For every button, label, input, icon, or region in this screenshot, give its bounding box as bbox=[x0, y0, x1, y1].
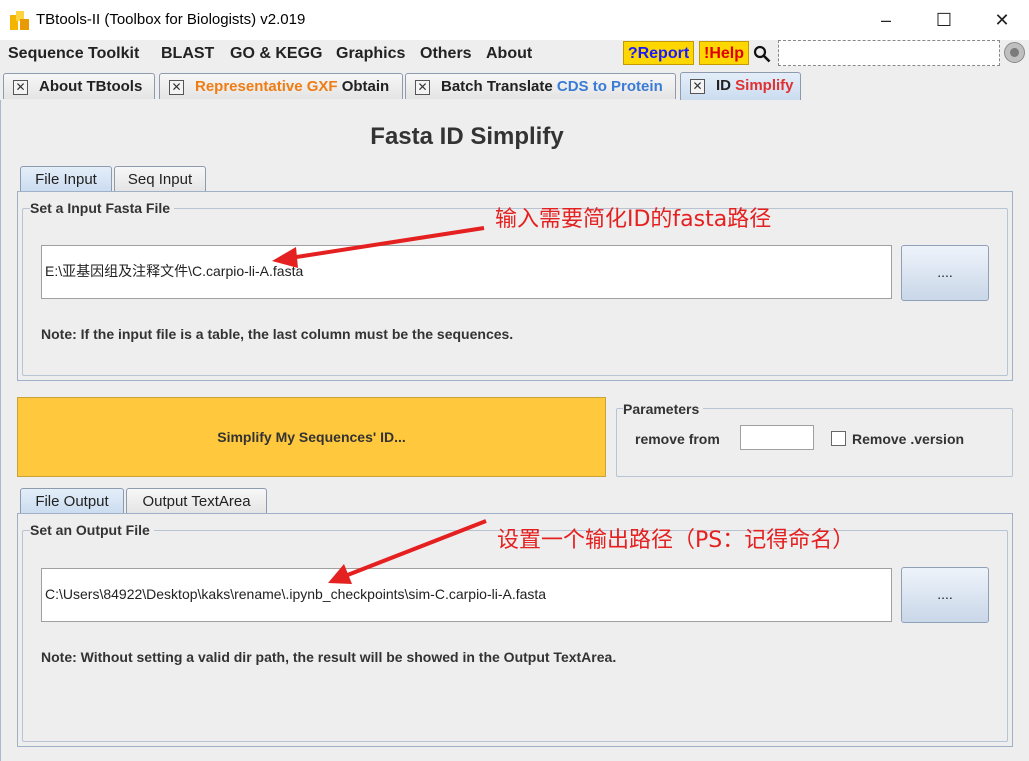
remove-version-label: Remove .version bbox=[852, 431, 965, 447]
tab-output-textarea[interactable]: Output TextArea bbox=[126, 488, 267, 514]
tbtools-logo-icon bbox=[10, 11, 29, 30]
input-group-label: Set a Input Fasta File bbox=[30, 200, 175, 216]
output-file-group bbox=[22, 530, 1008, 742]
close-window-button[interactable]: ✕ bbox=[987, 8, 1017, 32]
simplify-run-button[interactable]: Simplify My Sequences' ID... bbox=[17, 397, 606, 477]
maximize-button[interactable]: ☐ bbox=[929, 8, 959, 32]
input-hint-annotation: 输入需要简化ID的fasta路径 bbox=[495, 207, 772, 232]
input-note: Note: If the input file is a table, the … bbox=[41, 326, 514, 342]
output-browse-button[interactable]: .... bbox=[901, 567, 989, 623]
tab-id-simplify[interactable]: ✕ ID Simplify bbox=[680, 72, 801, 100]
help-button[interactable]: !Help bbox=[699, 41, 749, 65]
remove-from-input[interactable] bbox=[740, 425, 814, 450]
menu-graphics[interactable]: Graphics bbox=[336, 45, 405, 63]
tab-label-part: ID bbox=[716, 77, 736, 94]
menu-go-kegg[interactable]: GO & KEGG bbox=[230, 45, 322, 63]
tab-label-part: CDS to Protein bbox=[556, 78, 663, 95]
page-title: Fasta ID Simplify bbox=[370, 123, 564, 150]
input-browse-button[interactable]: .... bbox=[901, 245, 989, 301]
search-go-icon[interactable] bbox=[1004, 42, 1025, 63]
tab-label-part: Batch Translate bbox=[441, 78, 557, 95]
remove-from-label: remove from bbox=[635, 431, 720, 447]
tab-label-part: Representative GXF bbox=[195, 78, 342, 95]
tab-batch-translate[interactable]: ✕ Batch Translate CDS to Protein bbox=[405, 73, 676, 99]
tab-label-part: Simplify bbox=[735, 77, 794, 94]
tab-file-output[interactable]: File Output bbox=[20, 488, 124, 514]
tab-about-tbtools[interactable]: ✕ About TBtools bbox=[3, 73, 155, 99]
minimize-button[interactable]: – bbox=[871, 8, 901, 32]
window-title: TBtools-II (Toolbox for Biologists) v2.0… bbox=[36, 11, 306, 28]
menu-blast[interactable]: BLAST bbox=[161, 45, 214, 63]
tab-representative-gxf-obtain[interactable]: ✕ Representative GXF Obtain bbox=[159, 73, 403, 99]
report-button[interactable]: ?Report bbox=[623, 41, 694, 65]
output-hint-annotation: 设置一个输出路径（PS：记得命名） bbox=[497, 528, 855, 553]
output-path-field[interactable]: C:\Users\84922\Desktop\kaks\rename\.ipyn… bbox=[41, 568, 892, 622]
tab-seq-input[interactable]: Seq Input bbox=[114, 166, 206, 192]
search-icon[interactable] bbox=[753, 45, 771, 63]
tab-close-icon[interactable]: ✕ bbox=[13, 80, 28, 95]
menu-others[interactable]: Others bbox=[420, 45, 472, 63]
tab-label: About TBtools bbox=[39, 78, 143, 95]
remove-version-checkbox[interactable] bbox=[831, 431, 846, 446]
tab-close-icon[interactable]: ✕ bbox=[690, 79, 705, 94]
search-input[interactable] bbox=[778, 40, 1000, 66]
menu-sequence-toolkit[interactable]: Sequence Toolkit bbox=[8, 45, 139, 63]
tab-close-icon[interactable]: ✕ bbox=[169, 80, 184, 95]
output-note: Note: Without setting a valid dir path, … bbox=[41, 649, 617, 665]
menu-about[interactable]: About bbox=[486, 45, 532, 63]
tab-close-icon[interactable]: ✕ bbox=[415, 80, 430, 95]
parameters-label: Parameters bbox=[623, 401, 704, 417]
input-path-field[interactable]: E:\亚基因组及注释文件\C.carpio-li-A.fasta bbox=[41, 245, 892, 299]
tab-label-part: Obtain bbox=[341, 78, 390, 95]
output-group-label: Set an Output File bbox=[30, 522, 154, 538]
tab-file-input[interactable]: File Input bbox=[20, 166, 112, 192]
